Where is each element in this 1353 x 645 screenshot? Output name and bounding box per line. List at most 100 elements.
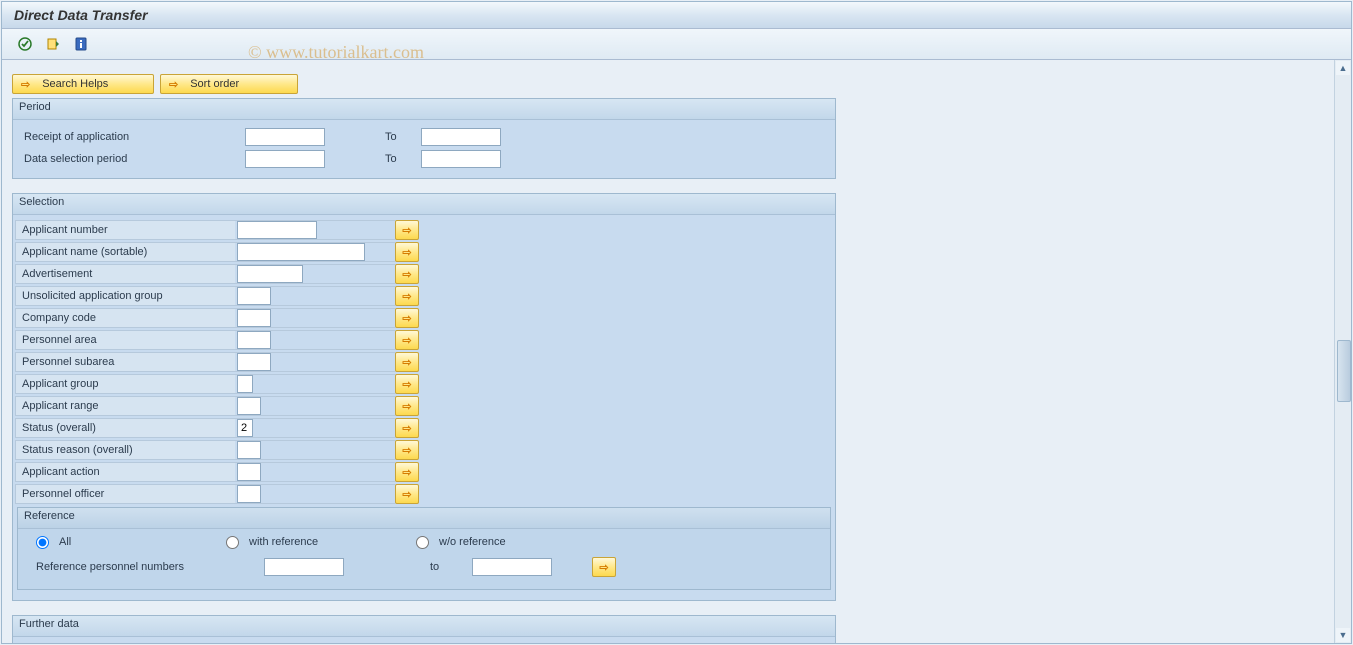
variant-button[interactable]	[42, 33, 64, 55]
personnel-area-input[interactable]	[237, 331, 271, 349]
arrow-right-icon: ⇨	[402, 356, 411, 369]
reference-numbers-from-input[interactable]	[264, 558, 344, 576]
reference-without-option[interactable]: w/o reference	[416, 536, 606, 549]
applicant-action-input[interactable]	[237, 463, 261, 481]
reference-all-option[interactable]: All	[36, 536, 226, 549]
arrow-right-icon: ⇨	[402, 488, 411, 501]
arrow-right-icon: ⇨	[402, 224, 411, 237]
personnel-subarea-input[interactable]	[237, 353, 271, 371]
personnel-area-multi-button[interactable]: ⇨	[395, 330, 419, 350]
window-title: Direct Data Transfer	[2, 2, 1351, 29]
reference-with-radio[interactable]	[226, 536, 239, 549]
arrow-right-icon: ⇨	[402, 444, 411, 457]
applicant-name-sortable-label: Applicant name (sortable)	[15, 242, 235, 262]
selection-row-applicant-action: Applicant action ⇨	[15, 461, 833, 483]
period-group: Period Receipt of application To Data se…	[12, 98, 836, 179]
reference-group: Reference All with reference	[17, 507, 831, 590]
applicant-number-label: Applicant number	[15, 220, 235, 240]
selection-row-personnel-area: Personnel area ⇨	[15, 329, 833, 351]
further-data-title: Further data	[13, 616, 835, 637]
reference-all-radio[interactable]	[36, 536, 49, 549]
reference-numbers-to-input[interactable]	[472, 558, 552, 576]
arrow-right-icon: ⇨	[402, 400, 411, 413]
data-selection-from-input[interactable]	[245, 150, 325, 168]
personnel-subarea-label: Personnel subarea	[15, 352, 235, 372]
applicant-group-input[interactable]	[237, 375, 253, 393]
unsolicited-application-group-multi-button[interactable]: ⇨	[395, 286, 419, 306]
personnel-area-label: Personnel area	[15, 330, 235, 350]
selection-row-unsolicited-application-group: Unsolicited application group⇨	[15, 285, 833, 307]
selection-title: Selection	[13, 194, 835, 215]
selection-row-status-overall: Status (overall)⇨	[15, 417, 833, 439]
arrow-right-icon: ⇨	[599, 561, 608, 574]
applicant-action-multi-button[interactable]: ⇨	[395, 462, 419, 482]
status-overall-input[interactable]	[237, 419, 253, 437]
reference-all-label: All	[59, 536, 71, 548]
applicant-name-sortable-input[interactable]	[237, 243, 365, 261]
arrow-right-icon: ⇨	[402, 312, 411, 325]
data-selection-period-label: Data selection period	[17, 152, 245, 166]
scroll-up-button[interactable]: ▲	[1336, 61, 1350, 75]
applicant-name-sortable-multi-button[interactable]: ⇨	[395, 242, 419, 262]
execute-button[interactable]	[14, 33, 36, 55]
scroll-thumb[interactable]	[1337, 340, 1351, 402]
scroll-down-button[interactable]: ▼	[1336, 628, 1350, 642]
selection-row-applicant-name-sortable: Applicant name (sortable) ⇨	[15, 241, 833, 263]
selection-row-personnel-subarea: Personnel subarea ⇨	[15, 351, 833, 373]
reference-without-radio[interactable]	[416, 536, 429, 549]
personnel-officer-label: Personnel officer	[15, 484, 235, 504]
unsolicited-application-group-input[interactable]	[237, 287, 271, 305]
arrow-right-icon: ⇨	[21, 78, 30, 91]
company-code-multi-button[interactable]: ⇨	[395, 308, 419, 328]
arrow-right-icon: ⇨	[169, 78, 178, 91]
company-code-label: Company code	[15, 308, 235, 328]
applicant-number-input[interactable]	[237, 221, 317, 239]
receipt-application-to-label: To	[383, 131, 421, 143]
reference-with-option[interactable]: with reference	[226, 536, 416, 549]
personnel-officer-multi-button[interactable]: ⇨	[395, 484, 419, 504]
selection-row-advertisement: Advertisement⇨	[15, 263, 833, 285]
applicant-range-multi-button[interactable]: ⇨	[395, 396, 419, 416]
execute-icon	[17, 36, 33, 52]
company-code-input[interactable]	[237, 309, 271, 327]
arrow-right-icon: ⇨	[402, 378, 411, 391]
reference-numbers-multi-button[interactable]: ⇨	[592, 557, 616, 577]
status-reason-overall-label: Status reason (overall)	[15, 440, 235, 460]
arrow-right-icon: ⇨	[402, 422, 411, 435]
selection-row-personnel-officer: Personnel officer ⇨	[15, 483, 833, 505]
search-helps-button[interactable]: ⇨ Search Helps	[12, 74, 154, 94]
applicant-action-label: Applicant action	[15, 462, 235, 482]
advertisement-input[interactable]	[237, 265, 303, 283]
reference-numbers-to-label: to	[402, 561, 460, 573]
selection-row-applicant-range: Applicant range ⇨	[15, 395, 833, 417]
sort-order-button[interactable]: ⇨ Sort order	[160, 74, 298, 94]
data-selection-to-input[interactable]	[421, 150, 501, 168]
arrow-right-icon: ⇨	[402, 290, 411, 303]
status-reason-overall-input[interactable]	[237, 441, 261, 459]
further-data-group: Further data Repeat Suppress dialog	[12, 615, 836, 643]
variant-icon	[45, 36, 61, 52]
personnel-subarea-multi-button[interactable]: ⇨	[395, 352, 419, 372]
selection-row-status-reason-overall: Status reason (overall) ⇨	[15, 439, 833, 461]
applicant-range-input[interactable]	[237, 397, 261, 415]
search-helps-label: Search Helps	[42, 78, 108, 90]
selection-row-applicant-group: Applicant group⇨	[15, 373, 833, 395]
status-reason-overall-multi-button[interactable]: ⇨	[395, 440, 419, 460]
personnel-officer-input[interactable]	[237, 485, 261, 503]
applicant-range-label: Applicant range	[15, 396, 235, 416]
arrow-right-icon: ⇨	[402, 334, 411, 347]
arrow-right-icon: ⇨	[402, 246, 411, 259]
applicant-group-multi-button[interactable]: ⇨	[395, 374, 419, 394]
data-selection-to-label: To	[383, 153, 421, 165]
vertical-scrollbar[interactable]: ▲ ▼	[1334, 60, 1351, 643]
selection-row-applicant-number: Applicant number ⇨	[15, 219, 833, 241]
selection-row-company-code: Company code ⇨	[15, 307, 833, 329]
advertisement-multi-button[interactable]: ⇨	[395, 264, 419, 284]
receipt-application-to-input[interactable]	[421, 128, 501, 146]
receipt-application-from-input[interactable]	[245, 128, 325, 146]
applicant-number-multi-button[interactable]: ⇨	[395, 220, 419, 240]
info-button[interactable]	[70, 33, 92, 55]
status-overall-multi-button[interactable]: ⇨	[395, 418, 419, 438]
page-title: Direct Data Transfer	[14, 7, 148, 23]
reference-title: Reference	[18, 508, 830, 529]
